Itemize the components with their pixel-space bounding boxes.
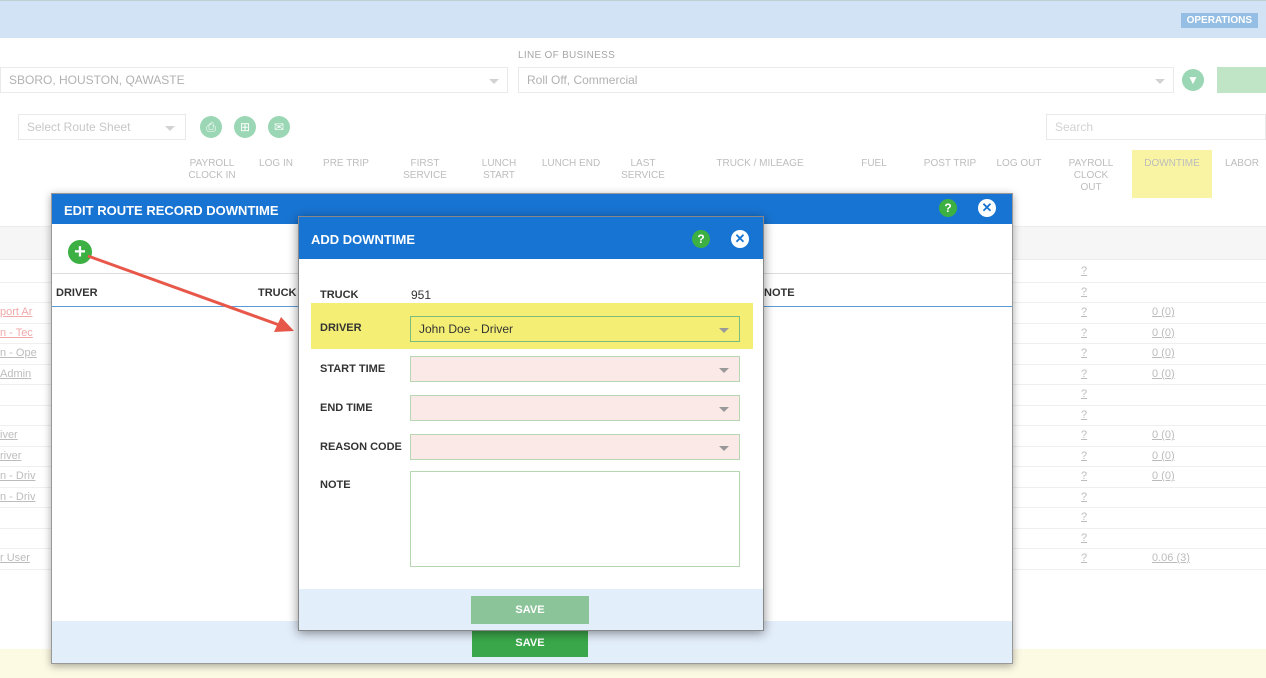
driver-value: John Doe - Driver [419, 322, 514, 336]
start-time-label: START TIME [320, 363, 386, 375]
add-downtime-modal: ADD DOWNTIME ? ✕ TRUCK 951 DRIVER John D… [298, 216, 764, 631]
annotation-arrow-icon [87, 254, 294, 332]
note-label: NOTE [320, 479, 351, 491]
add-modal-title: ADD DOWNTIME [311, 232, 415, 247]
close-icon[interactable]: ✕ [978, 199, 996, 217]
reason-code-label: REASON CODE [320, 441, 402, 453]
help-icon[interactable]: ? [692, 230, 710, 248]
driver-select[interactable]: John Doe - Driver [410, 316, 740, 342]
col-note: NOTE [764, 287, 795, 299]
close-icon[interactable]: ✕ [731, 230, 749, 248]
chevron-down-icon [719, 446, 729, 451]
reason-code-select[interactable] [410, 434, 740, 460]
chevron-down-icon [719, 407, 729, 412]
edit-modal-title: EDIT ROUTE RECORD DOWNTIME [64, 203, 279, 218]
edit-save-button[interactable]: SAVE [472, 629, 588, 657]
start-time-select[interactable] [410, 356, 740, 382]
add-save-button[interactable]: SAVE [471, 596, 589, 624]
end-time-select[interactable] [410, 395, 740, 421]
chevron-down-icon [719, 328, 729, 333]
truck-value: 951 [411, 288, 432, 302]
truck-label: TRUCK [320, 289, 359, 301]
chevron-down-icon [719, 368, 729, 373]
help-icon[interactable]: ? [939, 199, 957, 217]
note-textarea[interactable] [410, 471, 740, 567]
end-time-label: END TIME [320, 402, 373, 414]
driver-label: DRIVER [320, 322, 362, 334]
